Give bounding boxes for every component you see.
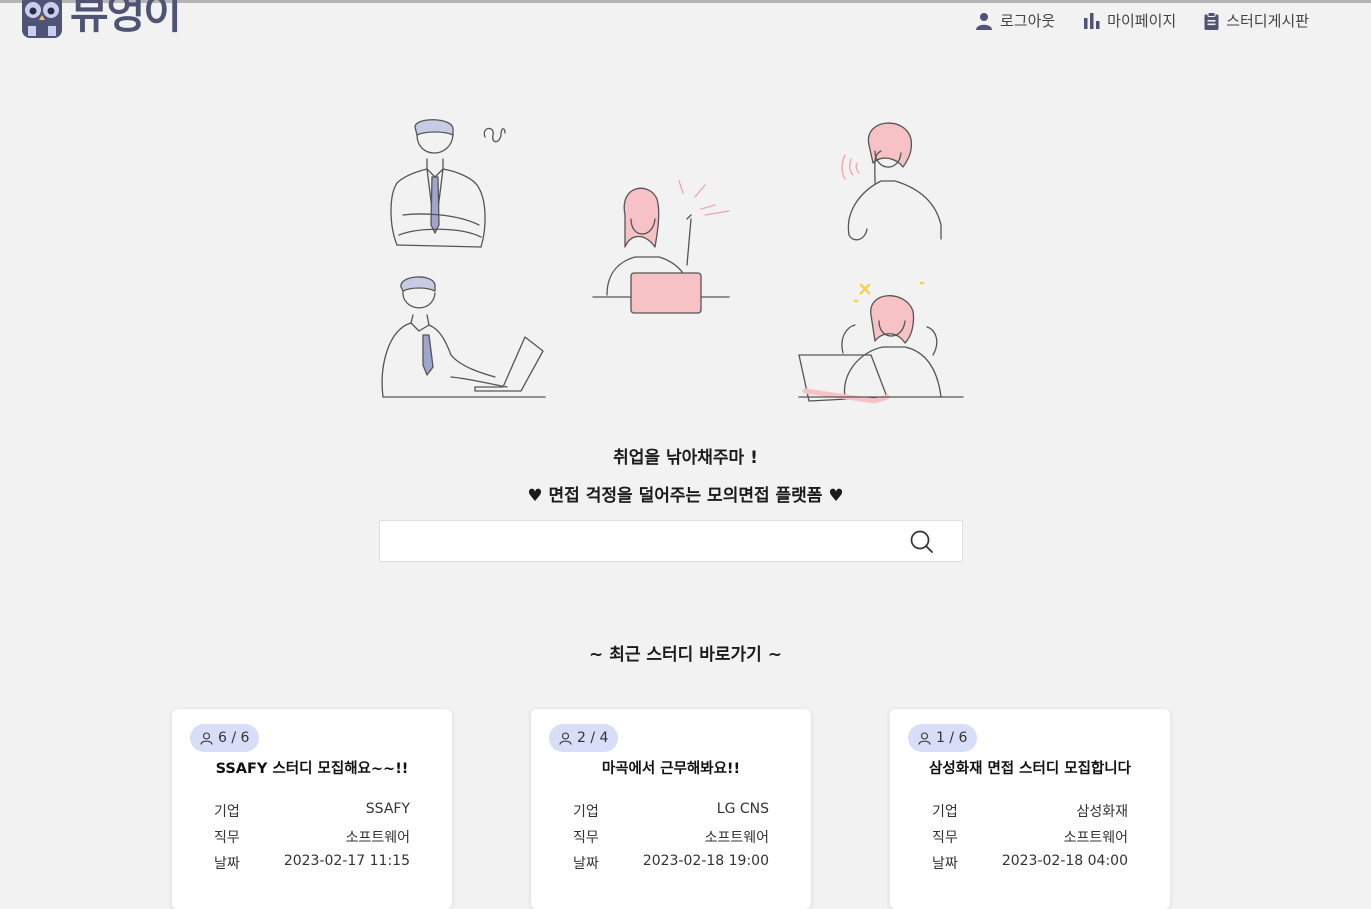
woman-laptop-center-figure: [592, 180, 730, 314]
company-value: LG CNS: [716, 801, 769, 817]
member-count-badge: 1 / 6: [908, 724, 978, 752]
nav-mypage[interactable]: 마이페이지: [1083, 10, 1176, 31]
man-laptop-figure: [381, 276, 546, 398]
man-arms-crossed-figure: [390, 119, 506, 248]
date-value: 2023-02-17 11:15: [283, 853, 410, 869]
study-card-title: 삼성화재 면접 스터디 모집합니다: [929, 761, 1131, 777]
company-label: 기업: [932, 804, 958, 820]
job-value: 소프트웨어: [345, 830, 410, 846]
member-count: 2 / 4: [577, 730, 609, 746]
job-label: 직무: [214, 830, 240, 846]
search-input[interactable]: [390, 526, 894, 556]
date-label: 날짜: [214, 856, 240, 872]
nav-study-board-label: 스터디게시판: [1226, 12, 1309, 30]
logo-text: 뷰엉이: [70, 0, 182, 38]
job-label: 직무: [573, 830, 599, 846]
woman-celebrating-figure: [798, 281, 964, 404]
member-count: 1 / 6: [936, 730, 968, 746]
nav-study-board[interactable]: 스터디게시판: [1204, 10, 1309, 31]
logo[interactable]: 뷰엉이: [20, 0, 182, 40]
recent-studies-title: ~ 최근 스터디 바로가기 ~: [589, 645, 782, 665]
company-value: 삼성화재: [1076, 804, 1128, 820]
study-card-title: SSAFY 스터디 모집해요~~!!: [215, 761, 409, 777]
member-count-badge: 2 / 4: [549, 724, 619, 752]
study-card[interactable]: 1 / 6 삼성화재 면접 스터디 모집합니다 기업 삼성화재 직무 소프트웨어 날…: [890, 709, 1170, 909]
user-icon: [975, 12, 992, 30]
company-label: 기업: [214, 804, 240, 820]
job-label: 직무: [932, 830, 958, 846]
hero-subline: ♥ 면접 걱정을 덜어주는 모의면접 플랫폼 ♥: [527, 486, 844, 506]
company-value: SSAFY: [365, 801, 410, 817]
bar-chart-icon: [1084, 13, 1100, 29]
job-value: 소프트웨어: [704, 830, 769, 846]
date-value: 2023-02-18 04:00: [1001, 853, 1128, 869]
company-label: 기업: [573, 804, 599, 820]
hero-tagline: 취업을 낚아채주마 !: [613, 448, 758, 468]
header: 뷰엉이 로그아웃 마이페이지 스터디게시판: [0, 0, 1371, 44]
job-value: 소프트웨어: [1063, 830, 1128, 846]
hero-illustration: [381, 119, 964, 404]
nav-mypage-label: 마이페이지: [1107, 12, 1177, 30]
person-icon: [918, 731, 931, 745]
person-icon: [200, 731, 213, 745]
search-bar: [379, 520, 963, 562]
clipboard-icon: [1204, 11, 1219, 30]
top-nav: 로그아웃 마이페이지 스터디게시판: [975, 10, 1309, 31]
member-count: 6 / 6: [218, 730, 250, 746]
date-value: 2023-02-18 19:00: [642, 853, 769, 869]
nav-logout-label: 로그아웃: [999, 12, 1056, 30]
search-icon[interactable]: [910, 530, 934, 554]
study-card[interactable]: 6 / 6 SSAFY 스터디 모집해요~~!! 기업 SSAFY 직무 소프트웨어…: [172, 709, 452, 909]
woman-phone-figure: [841, 122, 942, 241]
date-label: 날짜: [573, 856, 599, 872]
nav-logout[interactable]: 로그아웃: [975, 10, 1055, 31]
study-card-title: 마곡에서 근무해봐요!!: [601, 761, 741, 777]
study-card[interactable]: 2 / 4 마곡에서 근무해봐요!! 기업 LG CNS 직무 소프트웨어 날짜 20…: [531, 709, 811, 909]
member-count-badge: 6 / 6: [190, 724, 260, 752]
owl-logo-icon: [22, 0, 62, 38]
date-label: 날짜: [932, 856, 958, 872]
person-icon: [559, 731, 572, 745]
